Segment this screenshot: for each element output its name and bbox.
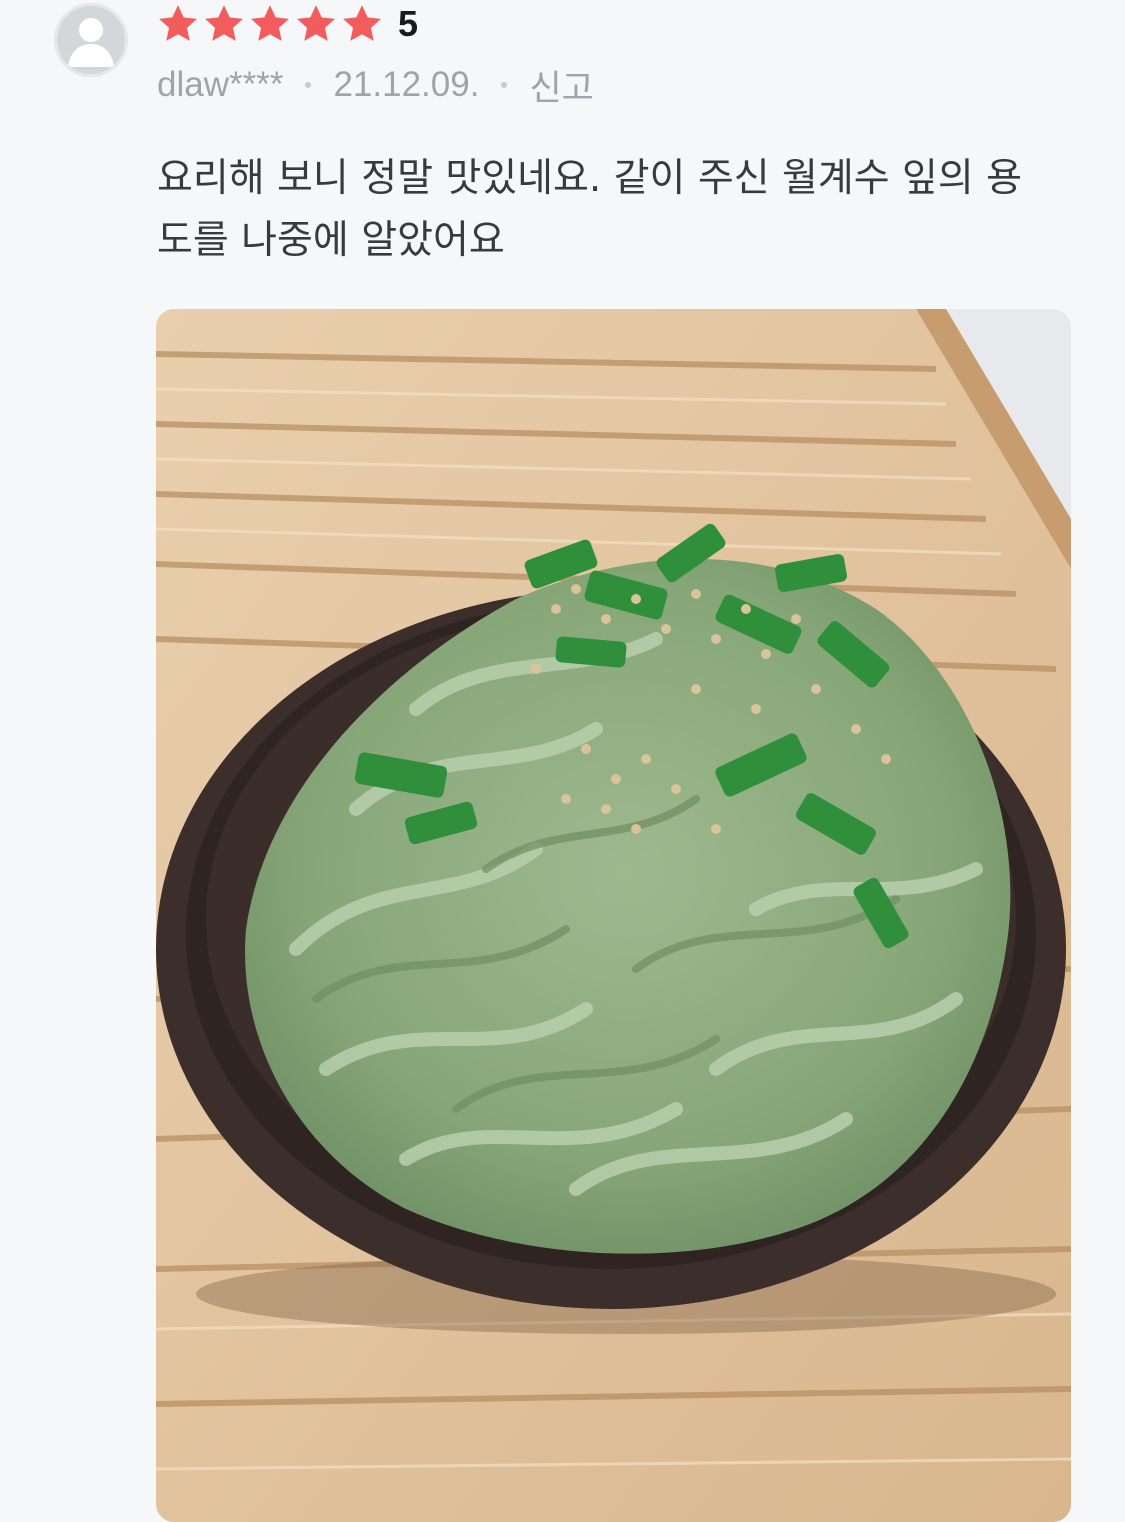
user-avatar-icon[interactable] [54, 3, 128, 77]
review-meta: dlaw**** 21.12.09. 신고 [157, 63, 594, 108]
star-icon [159, 5, 197, 41]
rating-value: 5 [398, 3, 419, 44]
separator-dot [501, 82, 508, 88]
rating-row: 5 [156, 2, 418, 46]
star-icon [205, 5, 243, 41]
star-icon [251, 5, 289, 41]
report-link[interactable]: 신고 [529, 60, 593, 111]
star-icon [297, 5, 335, 41]
star-rating [156, 2, 386, 46]
review-date: 21.12.09. [333, 65, 480, 104]
author-name: dlaw**** [157, 65, 284, 104]
review-photo[interactable] [156, 309, 1071, 1522]
review-card: 5 dlaw**** 21.12.09. 신고 요리해 보니 정말 맛있네요. … [0, 0, 1125, 1522]
separator-dot [305, 82, 312, 88]
star-icon [343, 5, 381, 41]
review-text: 요리해 보니 정말 맛있네요. 같이 주신 월계수 잎의 용도를 나중에 알았어… [157, 156, 1023, 263]
